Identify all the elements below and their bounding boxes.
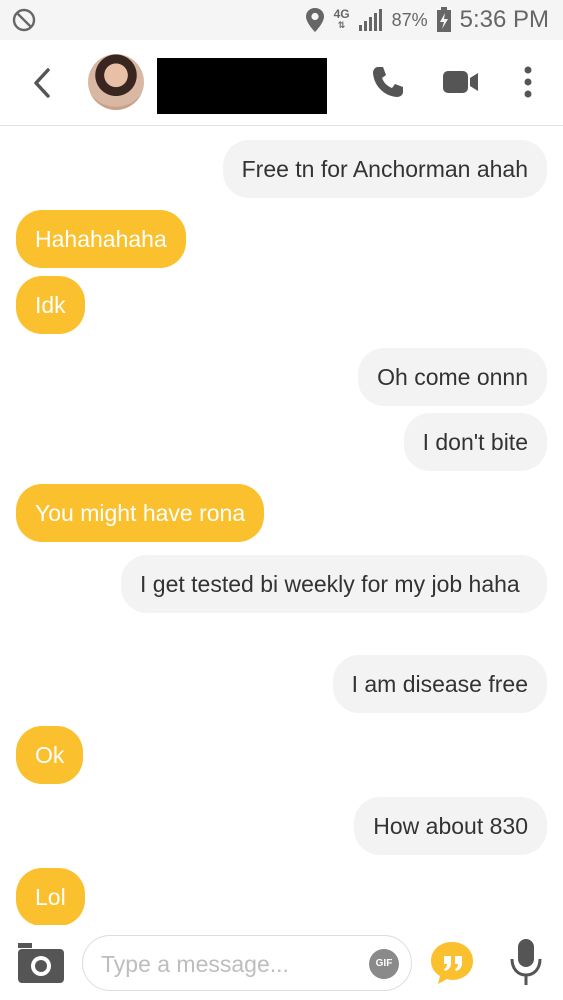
outgoing-message[interactable]: How about 830 [354, 797, 547, 855]
gif-button[interactable]: GIF [369, 949, 399, 979]
incoming-message[interactable]: Hahahahaha [16, 210, 186, 268]
message-composer: GIF [0, 925, 563, 1000]
more-options-icon[interactable] [508, 62, 548, 102]
microphone-icon[interactable] [506, 937, 546, 989]
outgoing-message[interactable]: I get tested bi weekly for my job haha [121, 555, 547, 613]
clock: 5:36 PM [459, 6, 549, 33]
incoming-message[interactable]: Ok [16, 726, 84, 784]
status-bar: 4G ⇅ 87% 5:36 PM [0, 0, 563, 40]
chat-header [0, 40, 563, 126]
outgoing-message[interactable]: I am disease free [332, 655, 547, 713]
message-input-wrapper[interactable]: GIF [82, 935, 412, 991]
do-not-disturb-icon [12, 8, 36, 32]
incoming-message[interactable]: Lol [16, 868, 85, 926]
quick-reply-icon[interactable] [428, 939, 476, 987]
outgoing-message[interactable]: I don't bite [403, 413, 547, 471]
signal-icon [358, 9, 382, 31]
battery-charging-icon [436, 7, 451, 32]
battery-percent: 87% [391, 9, 428, 30]
incoming-message[interactable]: Idk [16, 276, 85, 334]
video-call-icon[interactable] [440, 62, 480, 102]
outgoing-message[interactable]: Oh come onnn [358, 348, 547, 406]
back-arrow-icon[interactable] [28, 66, 58, 100]
location-icon [305, 8, 324, 32]
outgoing-message[interactable]: Free tn for Anchorman ahah [222, 140, 547, 198]
contact-avatar[interactable] [88, 54, 144, 110]
incoming-message[interactable]: You might have rona [16, 484, 265, 542]
contact-name-redacted[interactable] [157, 58, 327, 114]
phone-icon[interactable] [368, 62, 408, 102]
message-input[interactable] [101, 944, 351, 984]
camera-icon[interactable] [16, 941, 66, 985]
network-indicator: 4G ⇅ [333, 7, 350, 30]
